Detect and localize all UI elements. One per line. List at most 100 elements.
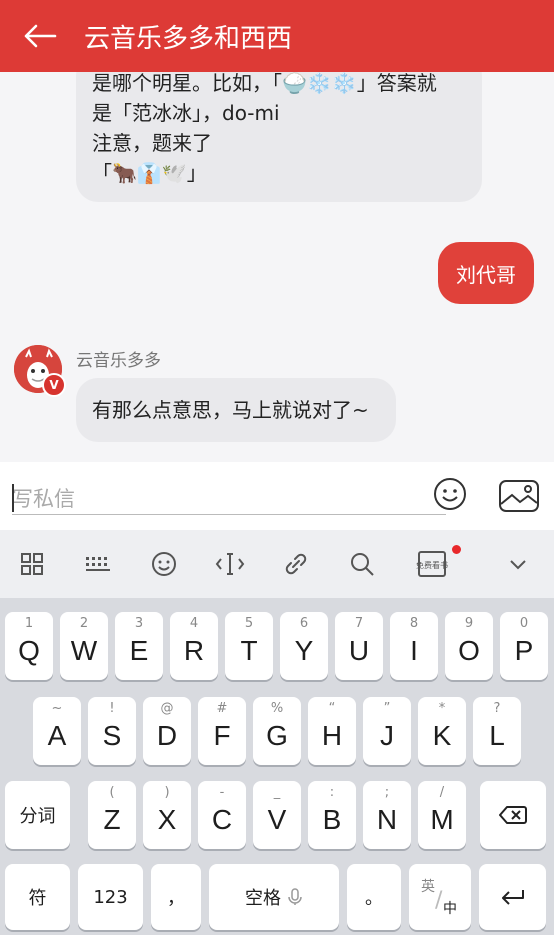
key-j[interactable]: ” J — [363, 697, 411, 765]
collapse-keyboard-button[interactable] — [500, 546, 536, 582]
key-h[interactable]: “H — [308, 697, 356, 765]
key-v[interactable]: _ V — [253, 781, 301, 849]
key-a[interactable]: ~ A — [33, 697, 81, 765]
key-label: C — [211, 804, 233, 835]
enter-key[interactable] — [479, 864, 546, 930]
key-w[interactable]: 2W — [60, 612, 108, 680]
key-n[interactable]: ; N — [363, 781, 411, 849]
key-hint: ( — [109, 785, 115, 800]
key-label: X — [157, 804, 177, 835]
image-button[interactable] — [498, 478, 540, 514]
comma-key[interactable]: ， — [151, 864, 201, 930]
key-hint: / — [439, 785, 445, 800]
text-caret — [12, 484, 14, 512]
key-s[interactable]: ! S — [88, 697, 136, 765]
key-label: L — [489, 720, 505, 751]
lang-chinese-label: 中 — [443, 901, 457, 917]
key-d[interactable]: @ D — [143, 697, 191, 765]
key-l[interactable]: ? L — [473, 697, 521, 765]
text-cursor-icon — [215, 553, 245, 575]
key-m[interactable]: / M — [418, 781, 466, 849]
image-icon — [499, 480, 539, 512]
search-button[interactable] — [344, 546, 380, 582]
key-c[interactable]: -C — [198, 781, 246, 849]
key-o[interactable]: 9O — [445, 612, 493, 680]
key-label: P — [514, 635, 534, 666]
key-hint: “ — [328, 701, 336, 716]
avatar[interactable]: V — [14, 345, 66, 397]
key-hint: @ — [160, 701, 174, 716]
key-label: R — [183, 635, 205, 666]
microphone-icon — [288, 888, 302, 905]
key-z[interactable]: (Z — [88, 781, 136, 849]
space-key[interactable]: 空格 — [209, 864, 339, 930]
back-button[interactable] — [0, 0, 80, 72]
key-u[interactable]: 7U — [335, 612, 383, 680]
key-y[interactable]: 6Y — [280, 612, 328, 680]
key-label: O — [458, 635, 480, 666]
key-hint: # — [216, 701, 228, 716]
key-k[interactable]: * K — [418, 697, 466, 765]
key-label: G — [266, 720, 288, 751]
key-hint: 7 — [354, 616, 364, 631]
outgoing-message-text: 刘代哥 — [456, 262, 516, 287]
period-key[interactable]: 。 — [347, 864, 401, 930]
key-t[interactable]: 5T — [225, 612, 273, 680]
free-book-button[interactable]: 免费看书 — [414, 546, 450, 582]
key-q[interactable]: 1Q — [5, 612, 53, 680]
key-label: H — [321, 720, 343, 751]
key-label: D — [156, 720, 178, 751]
key-label: B — [322, 804, 342, 835]
message-input-row — [0, 462, 554, 530]
free-book-label: 免费看书 — [416, 560, 448, 570]
message-line: 是哪个明星。比如，「🍚❄️❄️」答案就 — [92, 71, 437, 95]
key-x[interactable]: ) X — [143, 781, 191, 849]
key-f[interactable]: # F — [198, 697, 246, 765]
incoming-message-text: 有那么点意思，马上就说对了~ — [92, 398, 369, 422]
top-bar: 云音乐多多和西西 — [0, 0, 554, 72]
key-hint: ) — [164, 785, 170, 800]
keyboard-layout-button[interactable] — [80, 546, 116, 582]
key-label: 符 — [28, 888, 47, 909]
key-label: 123 — [93, 886, 128, 908]
symbol-key[interactable]: 符 — [5, 864, 70, 930]
smiley-icon — [434, 478, 466, 510]
arrow-left-icon — [24, 24, 57, 48]
key-label: 分词 — [19, 806, 56, 827]
chevron-down-icon — [510, 560, 526, 570]
message-input[interactable]: 写私信 — [12, 483, 75, 513]
incoming-message-bubble: 有那么点意思，马上就说对了~ — [76, 378, 396, 442]
lang-slash: / — [435, 888, 443, 913]
key-label: Y — [294, 635, 314, 666]
key-label: Q — [18, 635, 40, 666]
key-b[interactable]: :B — [308, 781, 356, 849]
number-key[interactable]: 123 — [78, 864, 143, 930]
emoji-panel-button[interactable] — [146, 546, 182, 582]
key-hint: ; — [384, 785, 390, 800]
key-label: Z — [103, 804, 121, 835]
key-r[interactable]: 4R — [170, 612, 218, 680]
grid-menu-button[interactable] — [14, 546, 50, 582]
key-hint: 0 — [519, 616, 529, 631]
clipboard-link-button[interactable] — [278, 546, 314, 582]
key-hint: : — [329, 785, 335, 800]
cursor-move-button[interactable] — [212, 546, 248, 582]
key-i[interactable]: 8I — [390, 612, 438, 680]
language-toggle-key[interactable]: 英 / 中 — [409, 864, 471, 930]
key-e[interactable]: 3E — [115, 612, 163, 680]
segment-key[interactable]: 分词 — [5, 781, 70, 849]
key-p[interactable]: 0P — [500, 612, 548, 680]
message-line: 是「范冰冰」，do-mi — [92, 101, 280, 125]
key-hint: ? — [493, 701, 501, 716]
lang-english-label: 英 — [421, 879, 435, 895]
key-label: W — [70, 635, 98, 666]
sender-name: 云音乐多多 — [76, 351, 161, 371]
key-hint: 9 — [464, 616, 474, 631]
key-label: J — [380, 720, 394, 751]
key-hint: ” — [383, 701, 391, 716]
key-hint: % — [270, 701, 284, 716]
key-g[interactable]: % G — [253, 697, 301, 765]
enter-arrow-icon — [501, 890, 524, 905]
emoji-button[interactable] — [432, 476, 468, 512]
backspace-key[interactable] — [480, 781, 546, 849]
